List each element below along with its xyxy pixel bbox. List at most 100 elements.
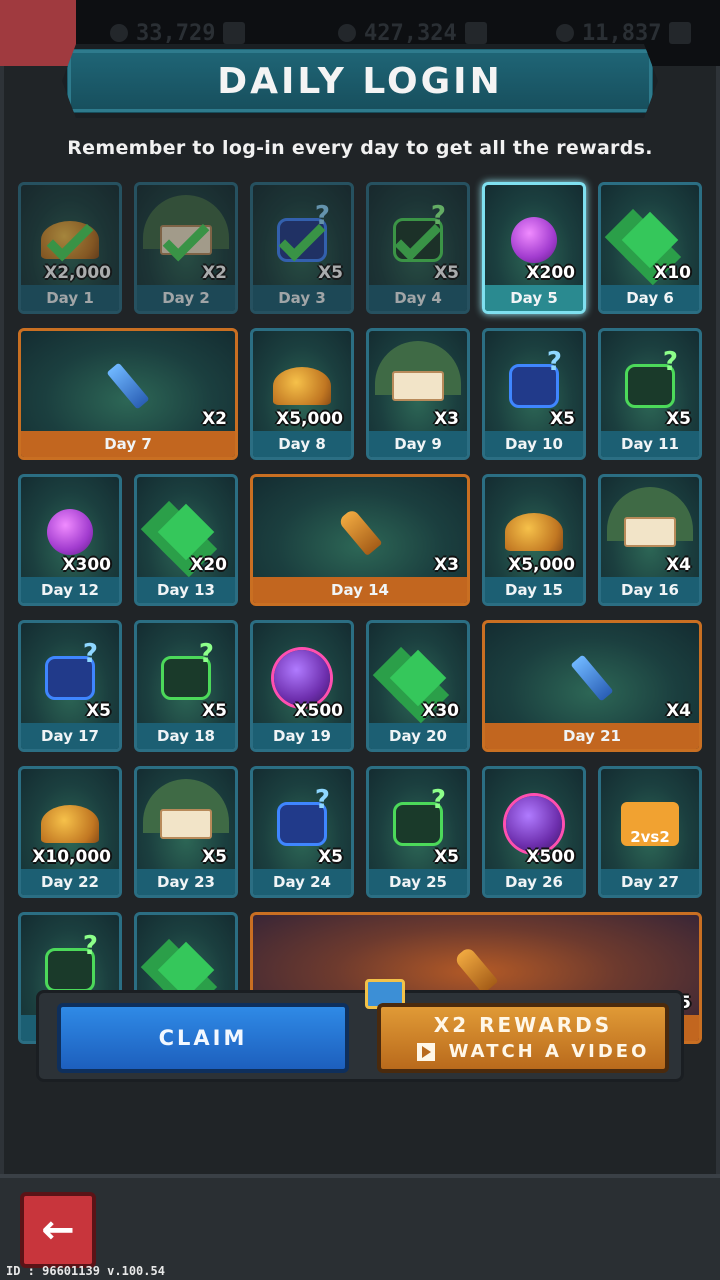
reward-quantity: X10,000: [32, 847, 111, 867]
day-label: Day 3: [253, 285, 351, 311]
gem-pile-icon-shape: [389, 650, 447, 707]
day-label: Day 16: [601, 577, 699, 603]
key-icon: [331, 503, 389, 561]
reward-quantity: X4: [666, 701, 691, 721]
reward-tile-day-20[interactable]: X30 Day 20: [366, 620, 470, 752]
mystery-box-blue-icon-shape: [45, 639, 98, 701]
day-label: Day 27: [601, 869, 699, 895]
currency-3-value: 11,837: [582, 20, 662, 46]
currency-2: 427,324: [338, 18, 487, 48]
subtitle: Remember to log-in every day to get all …: [67, 137, 653, 159]
ticket-icon-shape: [160, 809, 212, 840]
ticket-icon-shape: [392, 371, 444, 402]
gem-icon: [556, 24, 574, 42]
mystery-box-blue-icon-shape: [509, 347, 562, 409]
reward-tile-day-6[interactable]: X10 Day 6: [598, 182, 702, 314]
blue-arrow-icon: [563, 649, 621, 707]
currency-2-value: 427,324: [364, 20, 457, 46]
reward-quantity: X4: [666, 555, 691, 575]
reward-quantity: X3: [434, 409, 459, 429]
menu-corner-button[interactable]: [0, 0, 76, 76]
watch-video-row: WATCH A VIDEO: [403, 1041, 663, 1062]
day-label: Day 6: [601, 285, 699, 311]
reward-tile-day-4[interactable]: X5Day 4: [366, 182, 470, 314]
reward-quantity: X2,000: [44, 263, 111, 283]
day-label: Day 5: [485, 285, 583, 311]
reward-tile-day-25[interactable]: X5Day 25: [366, 766, 470, 898]
day-label: Day 2: [137, 285, 235, 311]
reward-quantity: X5: [434, 263, 459, 283]
reward-tile-day-18[interactable]: X5Day 18: [134, 620, 238, 752]
player-id-version: ID : 96601139 v.100.54: [6, 1264, 165, 1278]
rewards-multiplier-label: X2 REWARDS: [433, 1013, 613, 1037]
ticket-icon: [157, 795, 215, 853]
gold-pile-icon-shape: [505, 513, 563, 552]
add-currency-2-button[interactable]: [464, 22, 487, 44]
reward-tile-day-13[interactable]: X20 Day 13: [134, 474, 238, 606]
blue-arrow-icon-shape: [570, 654, 614, 702]
reward-tile-day-15[interactable]: X5,000 Day 15: [482, 474, 586, 606]
back-button[interactable]: ←: [20, 1192, 96, 1268]
currency-1-value: 33,729: [136, 20, 216, 46]
reward-tile-day-26[interactable]: X500 Day 26: [482, 766, 586, 898]
day-label: Day 1: [21, 285, 119, 311]
potion-icon-shape: [47, 509, 93, 556]
reward-tile-day-22[interactable]: X10,000 Day 22: [18, 766, 122, 898]
mystery-box-blue-icon: [505, 347, 563, 415]
mystery-box-green-icon: [621, 347, 679, 415]
reward-tile-day-7[interactable]: X2 Day 7: [18, 328, 238, 460]
gem-pile-icon-shape: [157, 504, 215, 561]
reward-tile-day-12[interactable]: X300 Day 12: [18, 474, 122, 606]
reward-tile-day-9[interactable]: X3 Day 9: [366, 328, 470, 460]
gold-pile-icon-shape: [41, 805, 99, 844]
blue-arrow-icon-shape: [106, 362, 150, 410]
add-currency-3-button[interactable]: [669, 22, 692, 44]
reward-tile-day-8[interactable]: X5,000 Day 8: [250, 328, 354, 460]
versus-mode-icon-shape: 2vs2: [621, 802, 679, 847]
reward-tile-day-21[interactable]: X4 Day 21: [482, 620, 702, 752]
day-label: Day 23: [137, 869, 235, 895]
mystery-box-green-icon-shape: [45, 931, 98, 993]
reward-tile-day-24[interactable]: X5Day 24: [250, 766, 354, 898]
title-banner: DAILY LOGIN: [62, 44, 658, 118]
blue-arrow-icon: [99, 357, 157, 415]
action-bar: CLAIM X2 REWARDS WATCH A VIDEO: [36, 979, 684, 1082]
reward-tile-day-3[interactable]: X5Day 3: [250, 182, 354, 314]
potion-icon-shape: [511, 217, 557, 264]
watch-video-button[interactable]: X2 REWARDS WATCH A VIDEO: [377, 1003, 669, 1073]
reward-tile-day-2[interactable]: X2 Day 2: [134, 182, 238, 314]
watch-video-label: WATCH A VIDEO: [448, 1041, 650, 1062]
reward-tile-day-27[interactable]: 2vs2 Day 27: [598, 766, 702, 898]
reward-tile-day-14[interactable]: X3 Day 14: [250, 474, 470, 606]
day-label: Day 8: [253, 431, 351, 457]
reward-tile-day-16[interactable]: X4 Day 16: [598, 474, 702, 606]
gold-pile-icon: [505, 503, 563, 561]
potion-icon: [41, 503, 99, 561]
coin-icon: [110, 24, 128, 42]
day-label: Day 25: [369, 869, 467, 895]
day-label: Day 22: [21, 869, 119, 895]
reward-tile-day-23[interactable]: X5 Day 23: [134, 766, 238, 898]
ticket-icon-shape: [624, 517, 676, 548]
gem-pile-icon: [389, 649, 447, 707]
reward-quantity: X5: [202, 847, 227, 867]
gem-pile-icon: [157, 503, 215, 561]
mystery-box-blue-icon: [273, 785, 331, 853]
reward-tile-day-19[interactable]: X500 Day 19: [250, 620, 354, 752]
gem-pile-icon: [621, 211, 679, 269]
reward-tile-day-5[interactable]: X200 Day 5: [482, 182, 586, 314]
claim-button[interactable]: CLAIM: [57, 1003, 349, 1073]
gem-pile-icon-shape: [621, 212, 679, 269]
gold-pile-icon: [41, 795, 99, 853]
reward-tile-day-10[interactable]: X5Day 10: [482, 328, 586, 460]
mystery-box-green-icon-shape: [625, 347, 678, 409]
gold-icon: [338, 24, 356, 42]
add-currency-1-button[interactable]: [223, 22, 246, 44]
day-label: Day 20: [369, 723, 467, 749]
mystery-box-green-icon-shape: [393, 785, 446, 847]
orb-icon: [505, 795, 563, 853]
reward-tile-day-11[interactable]: X5Day 11: [598, 328, 702, 460]
reward-tile-day-1[interactable]: X2,000 Day 1: [18, 182, 122, 314]
reward-tile-day-17[interactable]: X5Day 17: [18, 620, 122, 752]
mystery-box-green-icon: [157, 639, 215, 707]
